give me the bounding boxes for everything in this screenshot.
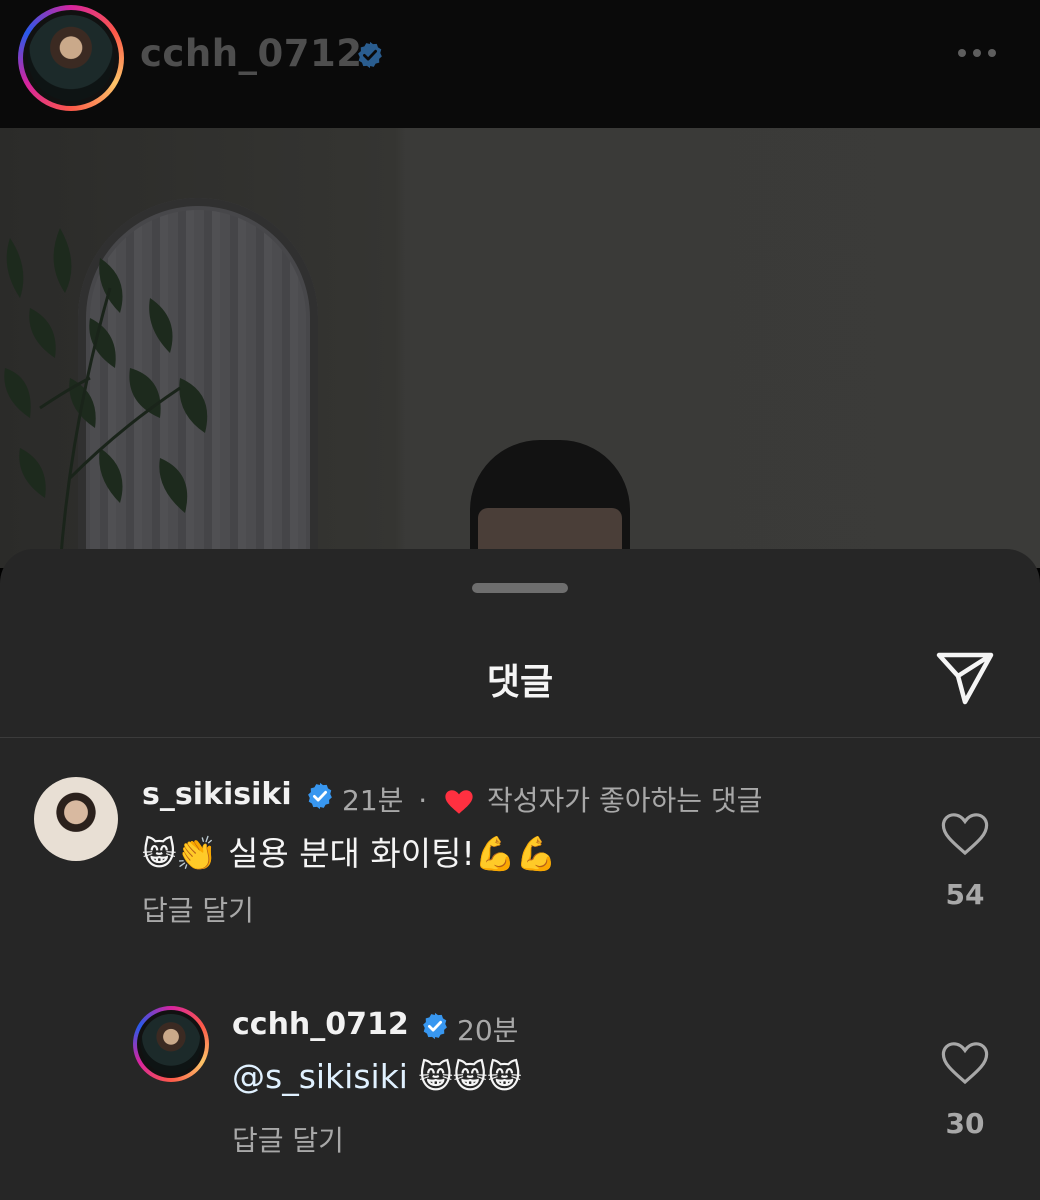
separator-dot: ·: [418, 784, 428, 817]
post-photo: [0, 128, 1040, 618]
liked-by-author-label: 작성자가 좋아하는 댓글: [487, 784, 763, 817]
author-liked-heart-icon: [445, 790, 473, 814]
comment-time: 20분: [457, 1014, 519, 1047]
post-username[interactable]: cchh_0712: [140, 32, 363, 75]
comment-time: 21분: [342, 784, 404, 817]
comment-username[interactable]: cchh_0712: [232, 1007, 409, 1042]
comment-text: @s_sikisiki 😸😸😸: [232, 1057, 522, 1096]
comment-text: 😸👏 실용 분대 화이팅!💪💪: [142, 834, 557, 873]
like-heart-icon[interactable]: [941, 1041, 989, 1085]
like-count: 54: [945, 878, 985, 911]
more-options-icon[interactable]: [958, 49, 996, 57]
comment-body: 😸😸😸: [407, 1057, 522, 1096]
verified-badge-icon: [308, 782, 332, 810]
avatar[interactable]: [133, 1006, 209, 1082]
verified-badge-icon: [423, 1012, 447, 1040]
comments-sheet: 댓글 s_sikisiki 21분 · 작성자가 좋아하는 댓글 😸👏 실용 분…: [0, 549, 1040, 1200]
divider: [0, 737, 1040, 738]
like-heart-icon[interactable]: [941, 812, 989, 856]
reply-button[interactable]: 답글 달기: [142, 889, 254, 929]
mention-link[interactable]: @s_sikisiki: [232, 1057, 408, 1096]
plant-image: [4, 228, 208, 568]
post-header: cchh_0712: [0, 0, 1040, 128]
sheet-title: 댓글: [486, 662, 554, 703]
drag-handle[interactable]: [472, 583, 568, 593]
story-avatar[interactable]: [18, 5, 124, 111]
verified-badge-icon: [358, 41, 382, 69]
avatar[interactable]: [34, 777, 118, 861]
comment-meta: 21분 · 작성자가 좋아하는 댓글: [342, 779, 762, 819]
comment-username[interactable]: s_sikisiki: [142, 777, 292, 812]
reply-button[interactable]: 답글 달기: [232, 1119, 344, 1159]
like-count: 30: [945, 1107, 985, 1140]
share-send-icon[interactable]: [934, 649, 996, 707]
